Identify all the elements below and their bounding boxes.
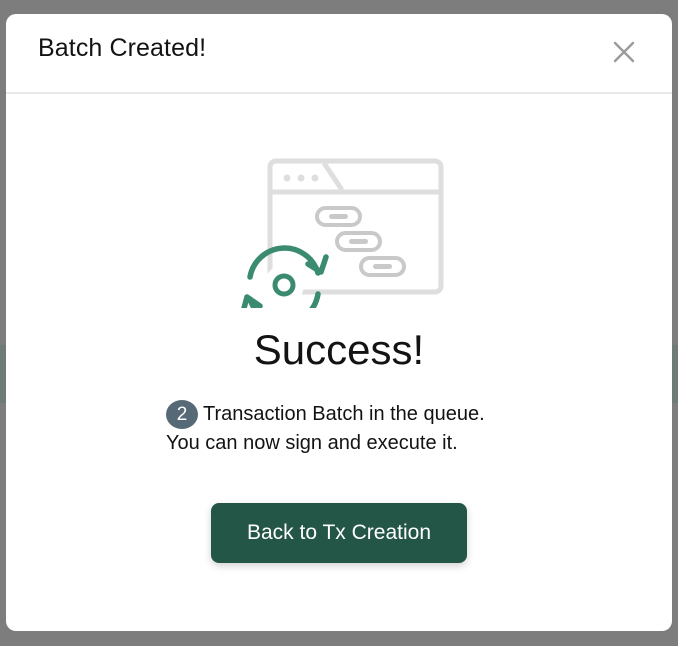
message-line-2: You can now sign and execute it. <box>166 432 458 454</box>
batch-created-modal: Batch Created! Success! 2 Transaction Ba… <box>6 14 672 631</box>
close-button[interactable] <box>612 40 636 64</box>
close-icon <box>613 41 635 63</box>
modal-title: Batch Created! <box>38 34 207 62</box>
success-heading: Success! <box>253 326 425 373</box>
modal-header: Batch Created! <box>6 14 672 94</box>
batch-status-message: 2 Transaction Batch in the queue. You can… <box>166 400 586 458</box>
background-strip-right <box>672 345 678 403</box>
batch-success-illustration-icon <box>241 158 444 308</box>
back-to-tx-creation-button[interactable]: Back to Tx Creation <box>211 503 467 563</box>
message-line-1: Transaction Batch in the queue. <box>203 403 485 425</box>
batch-count-badge: 2 <box>166 400 198 429</box>
